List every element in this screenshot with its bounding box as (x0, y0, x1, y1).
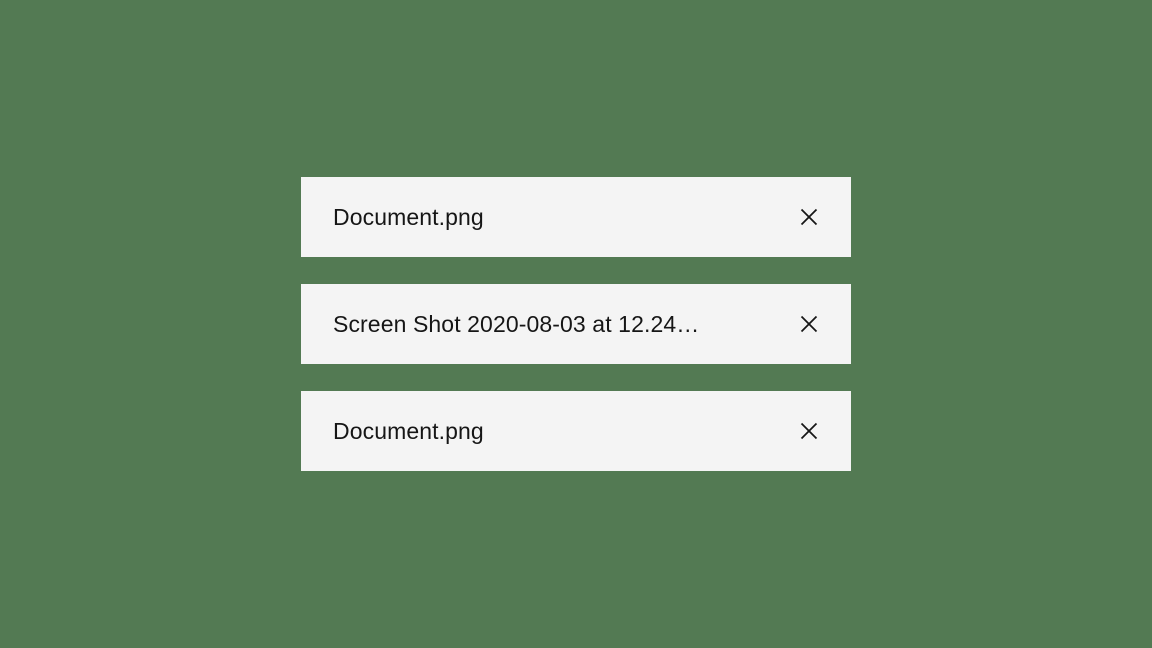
file-name-label: Document.png (333, 204, 484, 231)
remove-file-button[interactable] (795, 417, 823, 445)
file-list: Document.png Screen Shot 2020-08-03 at 1… (301, 177, 851, 471)
file-card: Document.png (301, 391, 851, 471)
file-name-label: Document.png (333, 418, 484, 445)
file-card: Document.png (301, 177, 851, 257)
file-card: Screen Shot 2020-08-03 at 12.24… (301, 284, 851, 364)
close-icon (799, 421, 819, 441)
remove-file-button[interactable] (795, 310, 823, 338)
remove-file-button[interactable] (795, 203, 823, 231)
file-name-label: Screen Shot 2020-08-03 at 12.24… (333, 311, 699, 338)
close-icon (799, 207, 819, 227)
close-icon (799, 314, 819, 334)
